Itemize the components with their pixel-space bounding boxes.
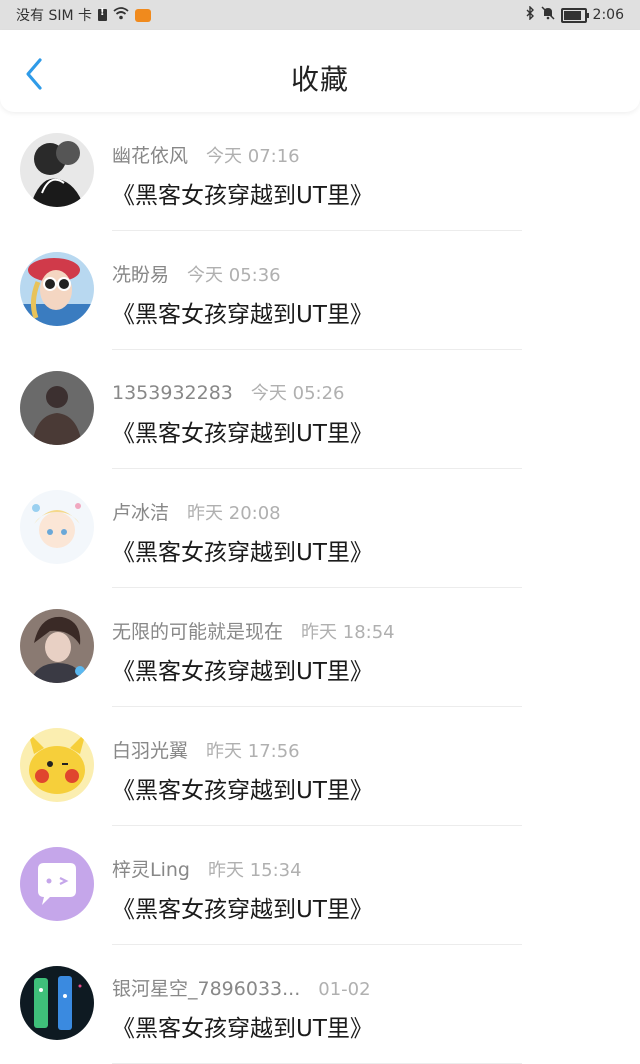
game-icon [135, 8, 151, 22]
list-item[interactable]: 幽花依风 今天 07:16 《黑客女孩穿越到UT里》 [0, 112, 640, 231]
list-item[interactable]: 1353932283 今天 05:26 《黑客女孩穿越到UT里》 [0, 350, 640, 469]
user-name[interactable]: 无限的可能就是现在 [112, 617, 283, 644]
story-title[interactable]: 《黑客女孩穿越到UT里》 [112, 295, 373, 329]
timestamp: 昨天 17:56 [206, 741, 300, 762]
avatar [20, 728, 94, 802]
bluetooth-icon [525, 5, 535, 24]
sim-status-text: 没有 SIM 卡 [16, 8, 92, 24]
name-row: 银河星空_7896033... 01-02 [112, 974, 371, 1001]
wifi-icon [113, 6, 129, 24]
list-item[interactable]: 银河星空_7896033... 01-02 《黑客女孩穿越到UT里》 [0, 945, 640, 1064]
timestamp: 今天 05:36 [187, 265, 281, 286]
avatar [20, 252, 94, 326]
sim-alert-icon [98, 7, 107, 21]
name-row: 梓灵Ling 昨天 15:34 [112, 855, 302, 882]
story-title[interactable]: 《黑客女孩穿越到UT里》 [112, 652, 373, 686]
user-name[interactable]: 1353932283 [112, 382, 233, 404]
timestamp: 今天 05:26 [250, 383, 345, 404]
user-name[interactable]: 卢冰洁 [112, 498, 169, 525]
list-item[interactable]: 卢冰洁 昨天 20:08 《黑客女孩穿越到UT里》 [0, 469, 640, 588]
name-row: 冼盼易 今天 05:36 [112, 260, 281, 287]
mute-icon [541, 6, 555, 24]
user-name[interactable]: 银河星空_7896033... [112, 974, 300, 1001]
list-item[interactable]: 梓灵Ling 昨天 15:34 《黑客女孩穿越到UT里》 [0, 826, 640, 945]
name-row: 卢冰洁 昨天 20:08 [112, 498, 281, 525]
story-title[interactable]: 《黑客女孩穿越到UT里》 [112, 414, 373, 448]
status-time: 2:06 [592, 7, 624, 23]
name-row: 1353932283 今天 05:26 [112, 379, 345, 405]
header: 收藏 [0, 30, 640, 112]
user-name[interactable]: 梓灵Ling [112, 855, 190, 882]
list-item[interactable]: 白羽光翼 昨天 17:56 《黑客女孩穿越到UT里》 [0, 707, 640, 826]
story-title[interactable]: 《黑客女孩穿越到UT里》 [112, 533, 373, 567]
page-title: 收藏 [290, 63, 349, 96]
avatar [20, 847, 94, 921]
user-name[interactable]: 白羽光翼 [112, 736, 188, 763]
battery-level [563, 10, 582, 20]
timestamp: 01-02 [318, 979, 371, 1000]
user-name[interactable]: 幽花依风 [112, 141, 188, 168]
avatar [20, 133, 94, 207]
story-title[interactable]: 《黑客女孩穿越到UT里》 [112, 176, 373, 210]
favorites-list: 幽花依风 今天 07:16 《黑客女孩穿越到UT里》 冼盼易 今天 05:36 … [0, 112, 640, 1064]
avatar [20, 371, 94, 445]
name-row: 白羽光翼 昨天 17:56 [112, 736, 300, 763]
list-item[interactable]: 无限的可能就是现在 昨天 18:54 《黑客女孩穿越到UT里》 [0, 588, 640, 707]
name-row: 无限的可能就是现在 昨天 18:54 [112, 617, 395, 644]
timestamp: 昨天 20:08 [187, 503, 281, 524]
battery-icon [560, 7, 589, 23]
list-item[interactable]: 冼盼易 今天 05:36 《黑客女孩穿越到UT里》 [0, 231, 640, 350]
timestamp: 昨天 18:54 [301, 622, 395, 643]
status-bar-right: 2:06 [525, 5, 624, 24]
user-name[interactable]: 冼盼易 [112, 260, 169, 287]
story-title[interactable]: 《黑客女孩穿越到UT里》 [112, 771, 373, 805]
status-bar-left: 没有 SIM 卡 [16, 5, 151, 25]
status-bar: 没有 SIM 卡 2:06 [0, 0, 640, 30]
avatar [20, 609, 94, 683]
avatar [20, 966, 94, 1040]
story-title[interactable]: 《黑客女孩穿越到UT里》 [112, 890, 373, 924]
avatar [20, 490, 94, 564]
timestamp: 今天 07:16 [206, 146, 300, 167]
timestamp: 昨天 15:34 [207, 860, 302, 881]
name-row: 幽花依风 今天 07:16 [112, 141, 300, 168]
story-title[interactable]: 《黑客女孩穿越到UT里》 [112, 1009, 373, 1043]
